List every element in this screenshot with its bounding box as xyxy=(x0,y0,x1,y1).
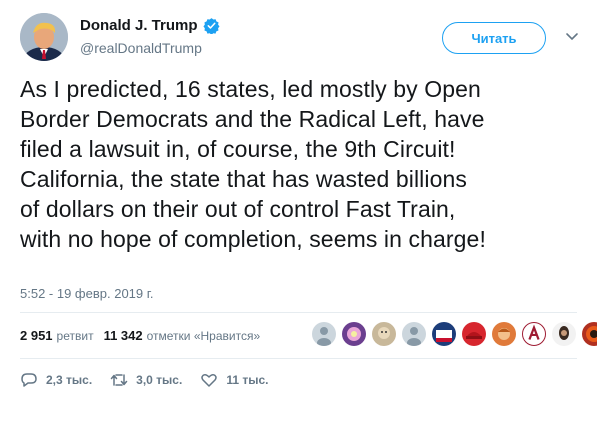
reply-button[interactable]: 2,3 тыс. xyxy=(20,372,92,388)
verified-badge-icon xyxy=(202,18,220,34)
profile-photo-icon xyxy=(347,327,361,341)
liker-avatar[interactable] xyxy=(342,322,366,346)
profile-photo-icon xyxy=(586,326,597,342)
profile-photo-icon xyxy=(498,328,510,340)
like-button[interactable]: 11 тыс. xyxy=(200,372,268,388)
liker-avatar[interactable] xyxy=(312,322,336,346)
tweet-actions: 2,3 тыс. 3,0 тыс. 11 тыс. xyxy=(20,372,286,388)
retweet-action-count: 3,0 тыс. xyxy=(136,373,183,387)
liker-avatar[interactable] xyxy=(432,322,456,346)
tweet-line: with no hope of completion, seems in cha… xyxy=(20,226,486,252)
divider xyxy=(20,312,577,313)
chevron-down-icon[interactable] xyxy=(565,32,579,42)
author-handle[interactable]: @realDonaldTrump xyxy=(80,40,202,56)
reply-icon xyxy=(21,373,37,387)
tweet-line: Border Democrats and the Radical Left, h… xyxy=(20,106,485,132)
liker-avatar[interactable] xyxy=(552,322,576,346)
retweet-icon xyxy=(110,374,128,386)
tweet-text: As I predicted, 16 states, led mostly by… xyxy=(20,74,585,254)
profile-photo-icon xyxy=(436,330,452,342)
tweet-line: California, the state that has wasted bi… xyxy=(20,166,467,192)
default-avatar-icon xyxy=(407,327,421,346)
heart-icon xyxy=(201,374,218,387)
tweet-timestamp[interactable]: 5:52 - 19 февр. 2019 г. xyxy=(20,286,154,301)
profile-photo-icon xyxy=(559,326,569,340)
liker-avatar[interactable] xyxy=(582,322,597,346)
profile-photo-icon xyxy=(378,327,390,339)
tweet-line: As I predicted, 16 states, led mostly by… xyxy=(20,76,481,102)
author-avatar[interactable] xyxy=(20,13,68,61)
liker-avatar[interactable] xyxy=(462,322,486,346)
liker-avatar[interactable] xyxy=(372,322,396,346)
default-avatar-icon xyxy=(317,327,331,346)
retweet-label[interactable]: ретвит xyxy=(57,329,94,343)
author-name[interactable]: Donald J. Trump xyxy=(80,17,198,34)
tweet-line: of dollars on their out of control Fast … xyxy=(20,196,456,222)
engagement-stats: 2 951 ретвит 11 342 отметки «Нравится» xyxy=(20,328,260,343)
tweet-line: filed a lawsuit in, of course, the 9th C… xyxy=(20,136,456,162)
follow-button[interactable]: Читать xyxy=(442,22,546,54)
liker-avatar[interactable] xyxy=(402,322,426,346)
like-action-count: 11 тыс. xyxy=(226,373,269,387)
profile-photo-icon xyxy=(466,332,482,339)
retweet-button[interactable]: 3,0 тыс. xyxy=(110,372,182,388)
retweet-count[interactable]: 2 951 xyxy=(20,328,53,343)
liker-avatar[interactable] xyxy=(492,322,516,346)
divider xyxy=(20,358,577,359)
like-label[interactable]: отметки «Нравится» xyxy=(147,329,261,343)
reply-count: 2,3 тыс. xyxy=(46,373,93,387)
alabama-logo-icon xyxy=(528,324,540,340)
liker-avatar[interactable] xyxy=(522,322,546,346)
likers-avatars xyxy=(312,322,597,346)
like-count[interactable]: 11 342 xyxy=(104,328,143,343)
profile-photo-icon xyxy=(20,13,68,61)
